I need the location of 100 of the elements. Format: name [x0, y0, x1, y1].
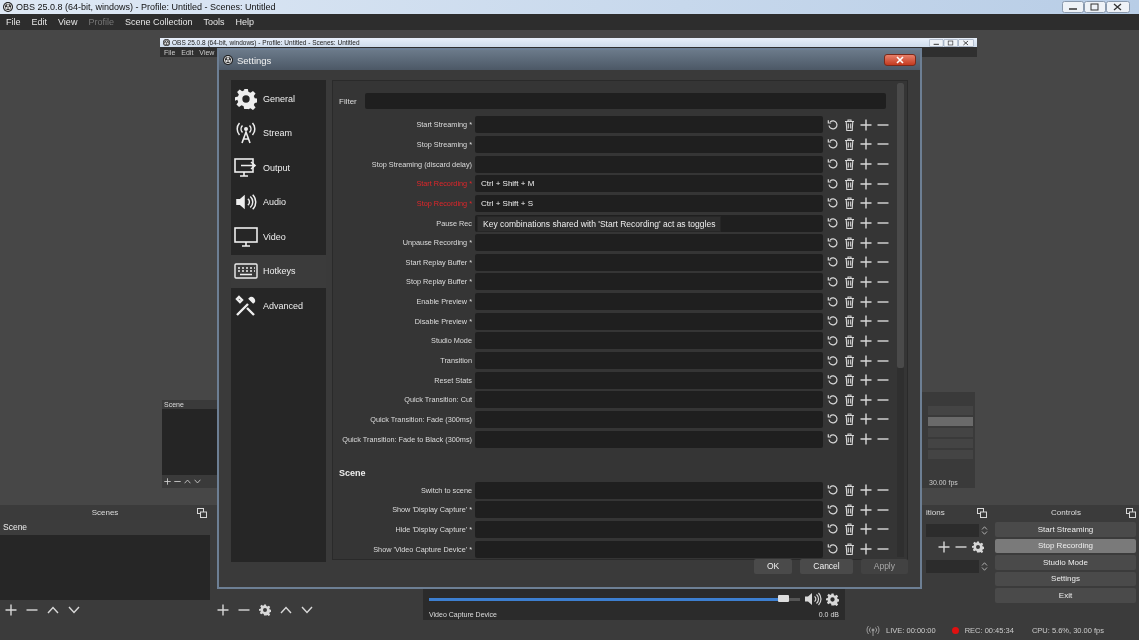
menu-item[interactable]: Edit — [31, 17, 48, 27]
plus-icon[interactable] — [860, 138, 872, 151]
reset-icon[interactable] — [827, 354, 839, 367]
trash-icon[interactable] — [844, 374, 855, 387]
trash-icon[interactable] — [844, 236, 855, 249]
reset-icon[interactable] — [827, 503, 839, 516]
plus-icon[interactable] — [860, 523, 872, 536]
close-button[interactable] — [884, 54, 916, 66]
window-buttons-icon[interactable] — [929, 38, 974, 47]
plus-icon[interactable] — [860, 197, 872, 210]
plus-icon[interactable] — [860, 177, 872, 190]
category-item[interactable]: General — [231, 82, 326, 115]
menu-item[interactable]: File — [6, 17, 21, 27]
hotkey-field[interactable]: Ctrl + Shift + M — [475, 175, 823, 193]
plus-icon[interactable] — [164, 478, 171, 485]
reset-icon[interactable] — [827, 543, 839, 556]
reset-icon[interactable] — [827, 177, 839, 190]
plus-icon[interactable] — [860, 275, 872, 288]
plus-icon[interactable] — [217, 604, 229, 616]
reset-icon[interactable] — [827, 256, 839, 269]
trash-icon[interactable] — [844, 275, 855, 288]
plus-icon[interactable] — [860, 315, 872, 328]
reset-icon[interactable] — [827, 523, 839, 536]
menu-item[interactable]: Help — [235, 17, 254, 27]
plus-icon[interactable] — [860, 334, 872, 347]
plus-icon[interactable] — [860, 393, 872, 406]
trash-icon[interactable] — [844, 138, 855, 151]
plus-icon[interactable] — [860, 433, 872, 446]
menu-item[interactable]: View — [58, 17, 78, 27]
minus-icon[interactable] — [174, 478, 181, 485]
reset-icon[interactable] — [827, 374, 839, 387]
menu-item[interactable]: Scene Collection — [124, 17, 193, 27]
reset-icon[interactable] — [827, 138, 839, 151]
trash-icon[interactable] — [844, 433, 855, 446]
speaker-icon[interactable] — [804, 592, 822, 606]
reset-icon[interactable] — [827, 217, 839, 229]
reset-icon[interactable] — [827, 433, 839, 446]
trash-icon[interactable] — [844, 413, 855, 426]
plus-icon[interactable] — [860, 295, 872, 308]
trash-icon[interactable] — [844, 354, 855, 367]
trash-icon[interactable] — [844, 393, 855, 406]
plus-icon[interactable] — [860, 236, 872, 249]
trash-icon[interactable] — [844, 334, 855, 347]
reset-icon[interactable] — [827, 334, 839, 347]
scene-item[interactable]: Scene — [0, 520, 210, 535]
category-item[interactable]: Audio — [231, 185, 326, 219]
reset-icon[interactable] — [827, 484, 839, 497]
plus-icon[interactable] — [860, 354, 872, 367]
menu-item[interactable]: Tools — [203, 17, 225, 27]
undock-icon[interactable] — [977, 508, 987, 518]
trash-icon[interactable] — [844, 177, 855, 190]
plus-icon[interactable] — [5, 604, 17, 616]
window-buttons-icon[interactable] — [1062, 1, 1130, 13]
reset-icon[interactable] — [827, 236, 839, 249]
settings-icon[interactable] — [972, 541, 984, 553]
spin-arrows-icon[interactable] — [979, 562, 990, 571]
reset-icon[interactable] — [827, 413, 839, 426]
category-item[interactable]: Advanced — [231, 289, 326, 323]
category-item[interactable]: Hotkeys — [231, 254, 326, 288]
category-item[interactable]: Stream — [231, 116, 326, 150]
trash-icon[interactable] — [844, 523, 855, 536]
trash-icon[interactable] — [844, 503, 855, 516]
trash-icon[interactable] — [844, 295, 855, 308]
reset-icon[interactable] — [827, 158, 839, 171]
control-button[interactable]: Studio Mode — [995, 555, 1136, 570]
undock-icon[interactable] — [1126, 508, 1136, 518]
plus-icon[interactable] — [860, 118, 872, 131]
trash-icon[interactable] — [844, 256, 855, 269]
trash-icon[interactable] — [844, 217, 855, 229]
plus-icon[interactable] — [860, 503, 872, 516]
spin-arrows-icon[interactable] — [979, 526, 990, 535]
control-button[interactable]: Stop Recording — [995, 538, 1136, 553]
reset-icon[interactable] — [827, 197, 839, 210]
control-button[interactable]: Exit — [995, 588, 1136, 603]
undock-icon[interactable] — [197, 508, 207, 518]
control-button[interactable]: Start Streaming — [995, 522, 1136, 537]
reset-icon[interactable] — [827, 118, 839, 131]
reset-icon[interactable] — [827, 275, 839, 288]
plus-icon[interactable] — [860, 413, 872, 426]
trash-icon[interactable] — [844, 484, 855, 497]
hotkey-field[interactable] — [475, 540, 823, 558]
volume-thumb[interactable] — [777, 594, 789, 602]
reset-icon[interactable] — [827, 393, 839, 406]
settings-icon[interactable] — [259, 604, 271, 616]
trash-icon[interactable] — [844, 315, 855, 328]
trash-icon[interactable] — [844, 543, 855, 556]
settings-icon[interactable] — [826, 592, 839, 606]
plus-icon[interactable] — [860, 256, 872, 269]
reset-icon[interactable] — [827, 315, 839, 328]
plus-icon[interactable] — [860, 158, 872, 171]
trash-icon[interactable] — [844, 197, 855, 210]
scrollbar-thumb[interactable] — [897, 83, 904, 368]
category-item[interactable]: Output — [231, 151, 326, 185]
plus-icon[interactable] — [860, 484, 872, 497]
plus-icon[interactable] — [860, 217, 872, 229]
trash-icon[interactable] — [844, 118, 855, 131]
plus-icon[interactable] — [860, 543, 872, 556]
plus-icon[interactable] — [938, 541, 950, 553]
plus-icon[interactable] — [860, 374, 872, 387]
hotkey-field[interactable]: Ctrl + Shift + S — [475, 194, 823, 212]
